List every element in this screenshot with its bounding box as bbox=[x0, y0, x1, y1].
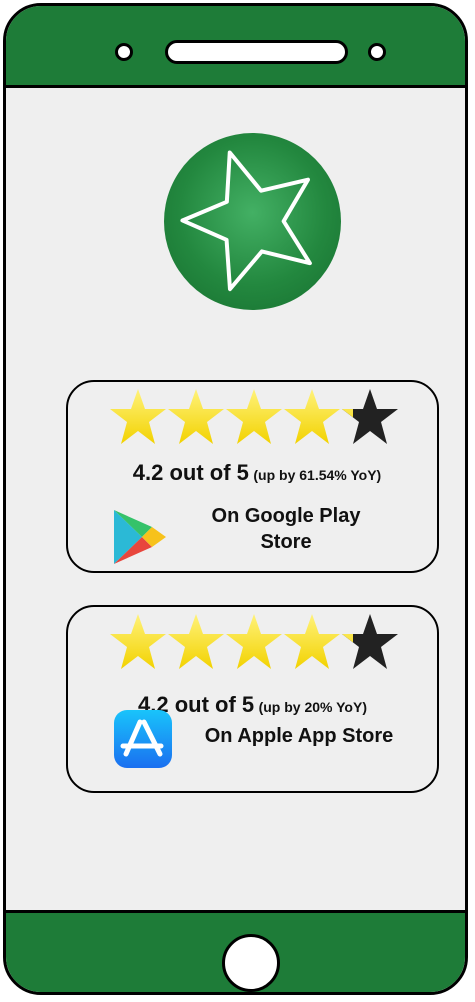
phone-bottom-bar bbox=[6, 910, 465, 992]
rating-text-google: 4.2 out of 5 (up by 61.54% YoY) bbox=[92, 460, 422, 486]
store-label-google: On Google Play Store bbox=[211, 505, 361, 553]
star-filled-2 bbox=[168, 389, 224, 444]
rating-card-google-play: 4.2 out of 5 (up by 61.54% YoY) On Googl… bbox=[66, 380, 439, 573]
star-filled-1 bbox=[110, 614, 166, 669]
front-camera-right bbox=[368, 43, 386, 61]
front-camera-left bbox=[115, 43, 133, 61]
star-partial-5 bbox=[342, 614, 398, 669]
home-button[interactable] bbox=[222, 934, 280, 992]
star-filled-2 bbox=[168, 614, 224, 669]
star-filled-3 bbox=[226, 389, 282, 444]
rating-main: 4.2 out of 5 bbox=[132, 460, 249, 485]
star-filled-4 bbox=[284, 614, 340, 669]
store-label-apple: On Apple App Store bbox=[204, 725, 394, 747]
rating-stars-google bbox=[110, 389, 398, 444]
star-badge bbox=[164, 133, 341, 310]
rating-stars-apple bbox=[110, 614, 398, 669]
star-filled-3 bbox=[226, 614, 282, 669]
rating-card-app-store: 4.2 out of 5 (up by 20% YoY) On Apple Ap… bbox=[66, 605, 439, 793]
phone-top-bar bbox=[6, 6, 465, 88]
google-play-icon bbox=[114, 510, 166, 564]
star-outline-icon bbox=[180, 150, 312, 292]
phone-frame: 4.2 out of 5 (up by 61.54% YoY) On Googl… bbox=[3, 3, 468, 995]
rating-change: (up by 61.54% YoY) bbox=[253, 467, 382, 483]
speaker-slot bbox=[165, 40, 348, 64]
star-filled-1 bbox=[110, 389, 166, 444]
star-filled-4 bbox=[284, 389, 340, 444]
rating-change: (up by 20% YoY) bbox=[258, 699, 367, 715]
apple-app-store-icon bbox=[114, 710, 172, 768]
star-partial-5 bbox=[342, 389, 398, 444]
